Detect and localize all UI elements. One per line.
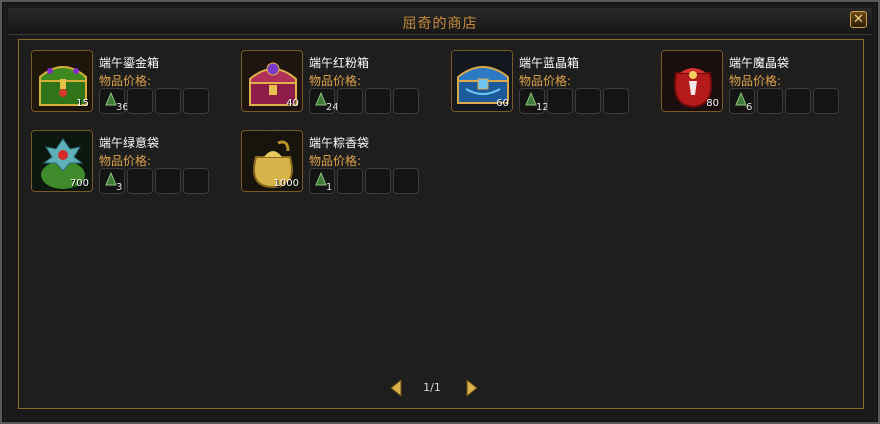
item-stock: 1000 [273,178,299,189]
cost-slot[interactable] [365,88,391,114]
item-stock: 40 [286,98,299,109]
pagination: 1/1 [2,378,878,400]
item-icon-slot[interactable]: 80 [661,50,723,112]
cost-slot[interactable] [155,88,181,114]
item-stock: 700 [69,178,89,189]
page-indicator: 1/1 [423,381,441,394]
cost-slot[interactable]: 3 [99,168,125,194]
item-stock: 60 [496,98,509,109]
item-icon-slot[interactable]: 40 [241,50,303,112]
item-icon-slot[interactable]: 700 [31,130,93,192]
close-button[interactable]: ✕ [850,11,867,28]
shop-item-green-bag: 700 端午绿意袋 物品价格: 3 [19,120,224,194]
cost-slot[interactable]: 36 [99,88,129,114]
cost-slot[interactable]: 6 [729,88,755,114]
shop-item-magic-crystal-bag: 80 端午魔晶袋 物品价格: 6 [649,40,854,114]
item-icon-slot[interactable]: 60 [451,50,513,112]
cost-slot[interactable] [155,168,181,194]
item-name: 端午鎏金箱 [99,56,160,70]
shop-panel: 15 端午鎏金箱 物品价格: 36 40 端午红粉箱 物品价格: 24 60 端… [18,39,864,409]
cost-amount: 3 [116,182,123,193]
cost-slot[interactable] [575,88,601,114]
price-label: 物品价格: [99,74,152,88]
cost-slot[interactable] [813,88,839,114]
item-name: 端午红粉箱 [309,56,370,70]
cost-slot[interactable] [365,168,391,194]
shop-item-pink-chest: 40 端午红粉箱 物品价格: 24 [229,40,434,114]
cost-slot[interactable] [127,168,153,194]
item-stock: 15 [76,98,89,109]
shop-item-zongzi-bag: 1000 端午粽香袋 物品价格: 1 [229,120,434,194]
item-name: 端午绿意袋 [99,136,160,150]
cost-slot[interactable]: 12 [519,88,549,114]
cost-slot[interactable] [183,88,209,114]
cost-amount: 1 [326,182,333,193]
cost-slot[interactable] [127,88,153,114]
item-stock: 80 [706,98,719,109]
price-label: 物品价格: [519,74,572,88]
cost-slot[interactable] [757,88,783,114]
arrow-right-icon [466,378,478,398]
cost-slot[interactable]: 1 [309,168,335,194]
item-name: 端午魔晶袋 [729,56,790,70]
title-bar: 屈奇的商店 [8,8,872,35]
arrow-left-icon [390,378,402,398]
shop-item-blue-chest: 60 端午蓝晶箱 物品价格: 12 [439,40,644,114]
item-name: 端午蓝晶箱 [519,56,580,70]
cost-slot[interactable] [337,88,363,114]
cost-slot[interactable] [393,88,419,114]
next-page-button[interactable] [464,378,480,398]
item-icon-slot[interactable]: 1000 [241,130,303,192]
cost-slot[interactable] [603,88,629,114]
shop-item-gilded-chest: 15 端午鎏金箱 物品价格: 36 [19,40,224,114]
cost-slot[interactable]: 24 [309,88,339,114]
item-icon-slot[interactable]: 15 [31,50,93,112]
price-label: 物品价格: [309,154,362,168]
cost-slot[interactable] [183,168,209,194]
cost-slot[interactable] [393,168,419,194]
price-label: 物品价格: [729,74,782,88]
close-icon: ✕ [853,12,864,27]
window-title: 屈奇的商店 [402,16,478,32]
cost-slot[interactable] [337,168,363,194]
cost-slot[interactable] [785,88,811,114]
price-label: 物品价格: [309,74,362,88]
prev-page-button[interactable] [388,378,404,398]
item-name: 端午粽香袋 [309,136,370,150]
shop-window: 屈奇的商店 ✕ 15 端午鎏金箱 物品价格: 36 40 端午红粉箱 物品价格:… [0,0,880,424]
price-label: 物品价格: [99,154,152,168]
cost-slot[interactable] [547,88,573,114]
cost-amount: 6 [746,102,753,113]
